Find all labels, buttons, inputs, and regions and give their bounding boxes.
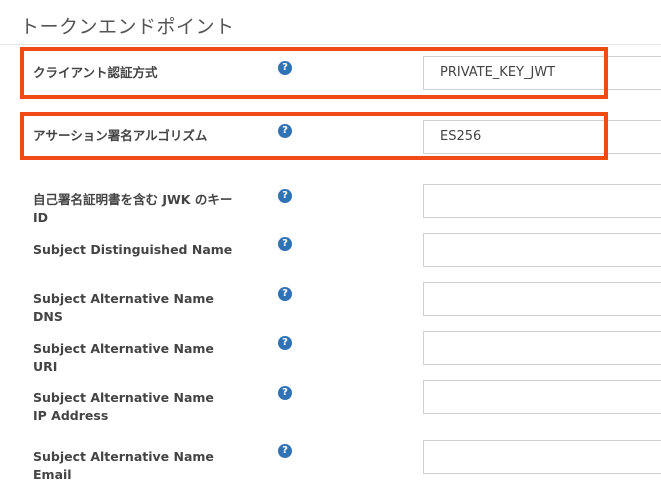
san-email-label: Subject Alternative Name Email	[33, 449, 214, 482]
help-icon[interactable]: ?	[278, 336, 292, 350]
help-icon[interactable]: ?	[278, 189, 292, 203]
help-icon[interactable]: ?	[278, 61, 292, 75]
san-uri-input[interactable]	[423, 331, 661, 365]
assertion-signing-alg-label: アサーション署名アルゴリズム	[33, 128, 208, 143]
san-dns-label: Subject Alternative Name DNS	[33, 291, 214, 324]
client-auth-method-label: クライアント認証方式	[33, 65, 158, 80]
assertion-signing-alg-field[interactable]: ES256	[423, 120, 661, 154]
san-dns-input[interactable]	[423, 282, 661, 316]
token-endpoint-settings: トークンエンドポイント クライアント認証方式 ? PRIVATE_KEY_JWT…	[0, 0, 661, 492]
san-ip-input[interactable]	[423, 380, 661, 414]
jwk-key-id-input[interactable]	[423, 184, 661, 218]
san-uri-label: Subject Alternative Name URI	[33, 341, 214, 374]
client-auth-method-field[interactable]: PRIVATE_KEY_JWT	[423, 56, 661, 90]
section-title: トークンエンドポイント	[20, 16, 235, 38]
help-icon[interactable]: ?	[278, 287, 292, 301]
san-email-input[interactable]	[423, 440, 661, 474]
help-icon[interactable]: ?	[278, 237, 292, 251]
jwk-key-id-label: 自己署名証明書を含む JWK のキー ID	[33, 192, 233, 225]
subject-dn-label: Subject Distinguished Name	[33, 242, 233, 257]
help-icon[interactable]: ?	[278, 386, 292, 400]
section-divider	[0, 44, 661, 45]
help-icon[interactable]: ?	[278, 444, 292, 458]
san-ip-label: Subject Alternative Name IP Address	[33, 390, 214, 423]
subject-dn-input[interactable]	[423, 233, 661, 267]
help-icon[interactable]: ?	[278, 124, 292, 138]
